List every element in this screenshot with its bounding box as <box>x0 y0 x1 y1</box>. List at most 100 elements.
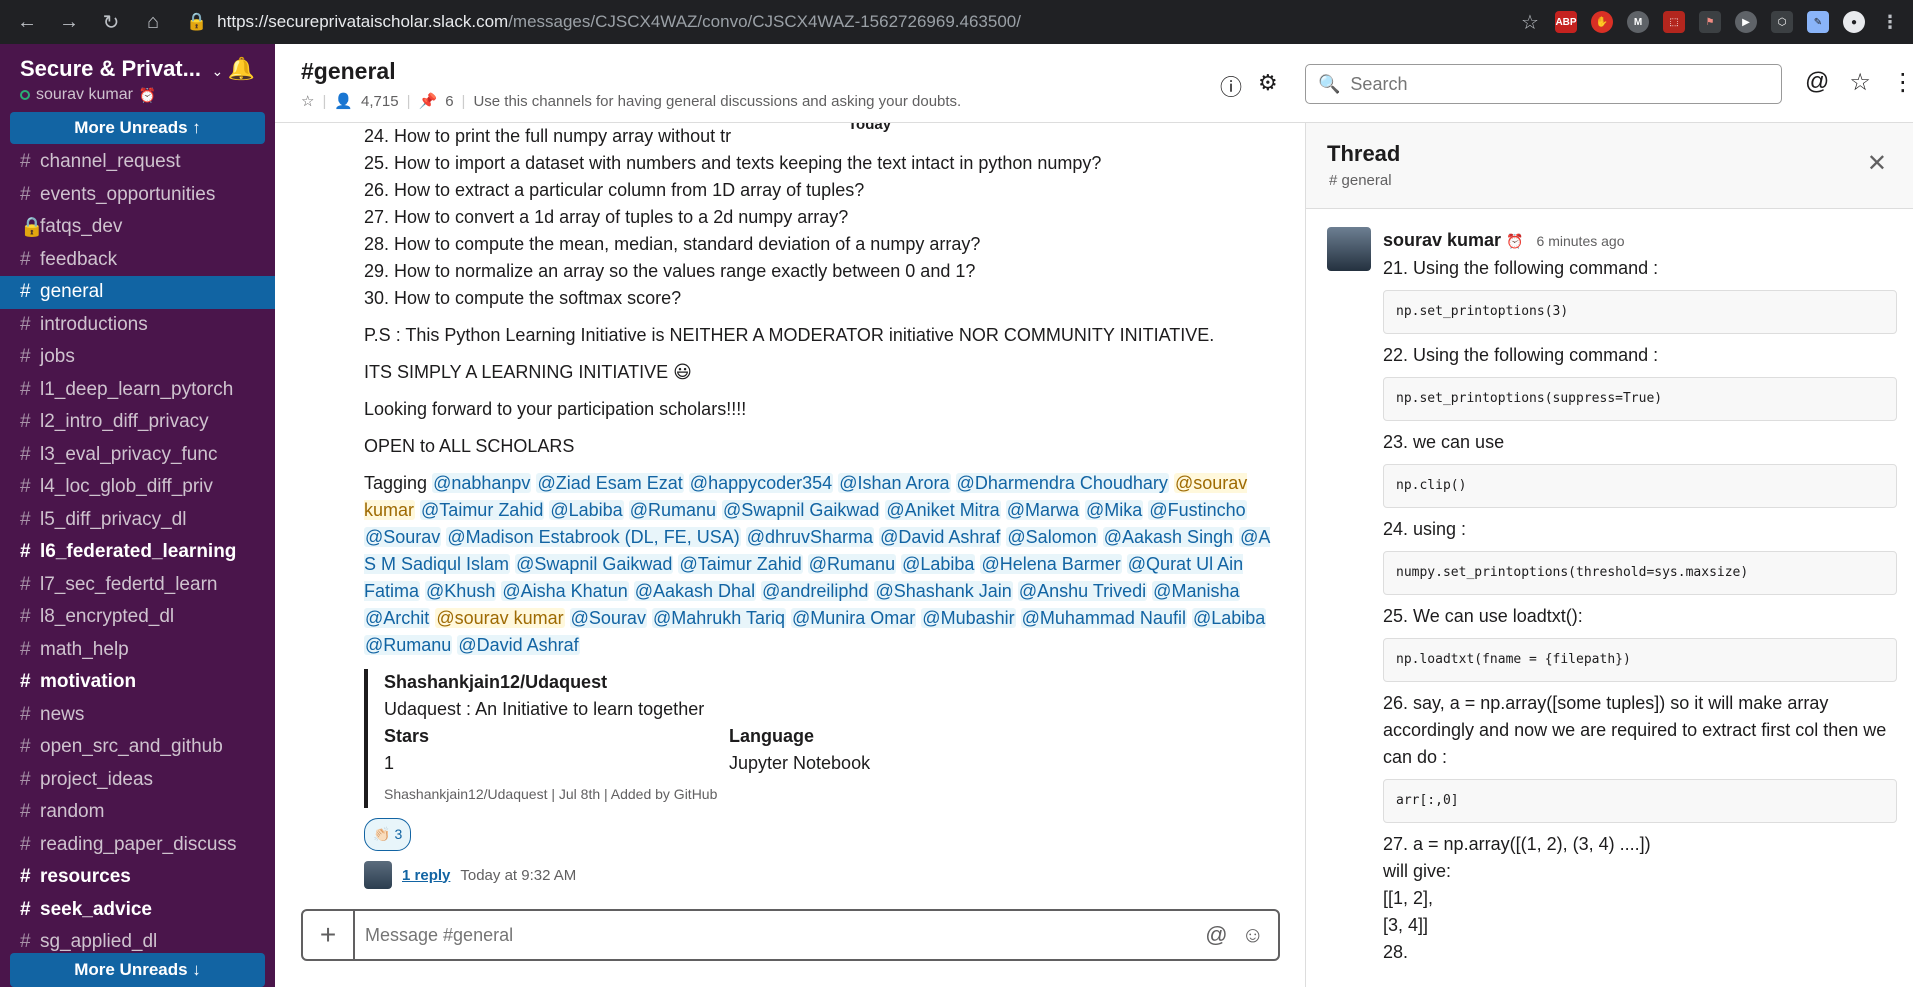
back-icon[interactable]: ← <box>12 7 42 37</box>
user-mention[interactable]: @Shashank Jain <box>874 581 1013 601</box>
user-mention[interactable]: @Labiba <box>901 554 976 574</box>
sidebar-item-l6-federated-learning[interactable]: # l6_federated_learning <box>0 536 275 569</box>
extension-hand-icon[interactable]: ✋ <box>1591 11 1613 33</box>
member-count[interactable]: 4,715 <box>361 93 399 110</box>
more-unreads-top-button[interactable]: More Unreads ↑ <box>10 112 265 144</box>
sidebar-item-events-opportunities[interactable]: # events_opportunities <box>0 179 275 212</box>
more-unreads-bottom-button[interactable]: More Unreads ↓ <box>10 953 265 987</box>
user-mention[interactable]: @andreiliphd <box>761 581 870 601</box>
user-mention[interactable]: @Rumanu <box>628 500 718 520</box>
sidebar-item-random[interactable]: # random <box>0 796 275 829</box>
user-mention[interactable]: @Aakash Dhal <box>633 581 757 601</box>
user-mention[interactable]: @Marwa <box>1005 500 1080 520</box>
sidebar-item-reading-paper-discuss[interactable]: # reading_paper_discuss <box>0 829 275 862</box>
sidebar-item-l5-diff-privacy-dl[interactable]: # l5_diff_privacy_dl <box>0 504 275 537</box>
user-mention[interactable]: @Mahrukh Tariq <box>651 608 786 628</box>
bell-icon[interactable]: 🔔 <box>228 56 255 82</box>
user-mention[interactable]: @Mika <box>1085 500 1144 520</box>
extension-flag-icon[interactable]: ⚑ <box>1699 11 1721 33</box>
user-mention[interactable]: @Ishan Arora <box>838 473 951 493</box>
user-mention[interactable]: @Labiba <box>549 500 624 520</box>
user-mention[interactable]: @Manisha <box>1152 581 1241 601</box>
starred-items-icon[interactable]: ☆ <box>1849 68 1871 97</box>
user-mention[interactable]: @David Ashraf <box>879 527 1002 547</box>
workspace-name[interactable]: Secure & Privat... <box>20 56 201 81</box>
sidebar-item-general[interactable]: # general <box>0 276 275 309</box>
sidebar-item-l2-intro-diff-privacy[interactable]: # l2_intro_diff_privacy <box>0 406 275 439</box>
star-icon[interactable]: ☆ <box>301 92 314 110</box>
bookmark-star-icon[interactable]: ☆ <box>1519 11 1541 34</box>
user-mention[interactable]: @dhruvSharma <box>745 527 875 547</box>
thread-timestamp[interactable]: 6 minutes ago <box>1537 233 1625 249</box>
home-icon[interactable]: ⌂ <box>138 7 168 37</box>
user-mention[interactable]: @Taimur Zahid <box>420 500 545 520</box>
profile-avatar-icon[interactable]: ● <box>1843 11 1865 33</box>
user-mention[interactable]: @sourav kumar <box>435 608 565 628</box>
address-bar[interactable]: 🔒 https://secureprivataischolar.slack.co… <box>186 7 1507 37</box>
current-user[interactable]: sourav kumar ⏰ <box>20 86 255 104</box>
extension-tool-icon[interactable]: ✎ <box>1807 11 1829 33</box>
channel-topic[interactable]: Use this channels for having general dis… <box>473 93 961 110</box>
sidebar-item-feedback[interactable]: # feedback <box>0 244 275 277</box>
message-input[interactable] <box>355 924 1206 946</box>
user-mention[interactable]: @Swapnil Gaikwad <box>515 554 674 574</box>
sidebar-item-channel-request[interactable]: # channel_request <box>0 146 275 179</box>
user-mention[interactable]: @Muhammad Naufil <box>1020 608 1187 628</box>
user-mention[interactable]: @Munira Omar <box>790 608 917 628</box>
user-mention[interactable]: @Labiba <box>1191 608 1267 628</box>
extension-m-icon[interactable]: M <box>1627 11 1649 33</box>
gear-icon[interactable]: ⚙ <box>1258 70 1278 102</box>
attachment-title[interactable]: Shashankjain12/Udaquest <box>384 669 1104 696</box>
user-mention[interactable]: @Archit <box>364 608 431 628</box>
user-mention[interactable]: @Salomon <box>1006 527 1098 547</box>
chevron-down-icon[interactable]: ⌄ <box>211 63 223 79</box>
sidebar-item-math-help[interactable]: # math_help <box>0 634 275 667</box>
pin-icon[interactable]: 📌 <box>419 92 438 110</box>
sidebar-item-l4-loc-glob-diff-priv[interactable]: # l4_loc_glob_diff_priv <box>0 471 275 504</box>
search-input[interactable] <box>1350 73 1751 95</box>
user-mention[interactable]: @Swapnil Gaikwad <box>722 500 881 520</box>
avatar[interactable] <box>1327 227 1371 271</box>
avatar[interactable] <box>364 861 392 889</box>
user-mention[interactable]: @Rumanu <box>364 635 453 655</box>
user-mention[interactable]: @Taimur Zahid <box>678 554 803 574</box>
user-mention[interactable]: @Ziad Esam Ezat <box>536 473 684 493</box>
close-icon[interactable]: ✕ <box>1867 149 1887 178</box>
search-box[interactable]: 🔍 <box>1305 64 1782 104</box>
user-mention[interactable]: @Mubashir <box>921 608 1016 628</box>
user-mention[interactable]: @Rumanu <box>807 554 897 574</box>
user-mention[interactable]: @Sourav <box>569 608 647 628</box>
workspace-header[interactable]: Secure & Privat... ⌄ 🔔 sourav kumar ⏰ <box>0 44 275 112</box>
user-mention[interactable]: @Madison Estabrook (DL, FE, USA) <box>446 527 741 547</box>
user-mention[interactable]: @happycoder354 <box>688 473 834 493</box>
thread-channel-link[interactable]: # general <box>1329 172 1392 189</box>
sidebar-item-jobs[interactable]: # jobs <box>0 341 275 374</box>
reply-count-link[interactable]: 1 reply <box>402 862 450 889</box>
sidebar-item-open-src-and-github[interactable]: # open_src_and_github <box>0 731 275 764</box>
mention-at-icon[interactable]: @ <box>1205 922 1227 948</box>
user-mention[interactable]: @Khush <box>425 581 497 601</box>
reload-icon[interactable]: ↻ <box>96 7 126 37</box>
sidebar-item-motivation[interactable]: # motivation <box>0 666 275 699</box>
user-mention[interactable]: @Aisha Khatun <box>501 581 629 601</box>
thread-author[interactable]: sourav kumar <box>1383 230 1501 250</box>
sidebar-item-project-ideas[interactable]: # project_ideas <box>0 764 275 797</box>
user-mention[interactable]: @Fustincho <box>1148 500 1247 520</box>
browser-menu-icon[interactable]: ⋮ <box>1879 11 1901 33</box>
user-mention[interactable]: @Aniket Mitra <box>885 500 1001 520</box>
info-icon[interactable]: ⓘ <box>1220 70 1242 102</box>
sidebar-item-l1-deep-learn-pytorch[interactable]: # l1_deep_learn_pytorch <box>0 374 275 407</box>
extension-pdf-icon[interactable]: ⬚ <box>1663 11 1685 33</box>
user-mention[interactable]: @Aakash Singh <box>1102 527 1235 547</box>
add-attachment-button[interactable]: + <box>303 911 355 959</box>
adblock-extension-icon[interactable]: ABP <box>1555 11 1577 33</box>
user-mention[interactable]: @David Ashraf <box>457 635 580 655</box>
user-mention[interactable]: @Helena Barmer <box>980 554 1122 574</box>
sidebar-item-news[interactable]: # news <box>0 699 275 732</box>
user-mention[interactable]: @Dharmendra Choudhary <box>955 473 1169 493</box>
extension-video-icon[interactable]: ▶ <box>1735 11 1757 33</box>
mentions-at-icon[interactable]: @ <box>1805 68 1829 97</box>
sidebar-item-resources[interactable]: # resources <box>0 861 275 894</box>
emoji-icon[interactable]: ☺ <box>1242 922 1264 948</box>
channel-title[interactable]: #general <box>301 58 396 85</box>
